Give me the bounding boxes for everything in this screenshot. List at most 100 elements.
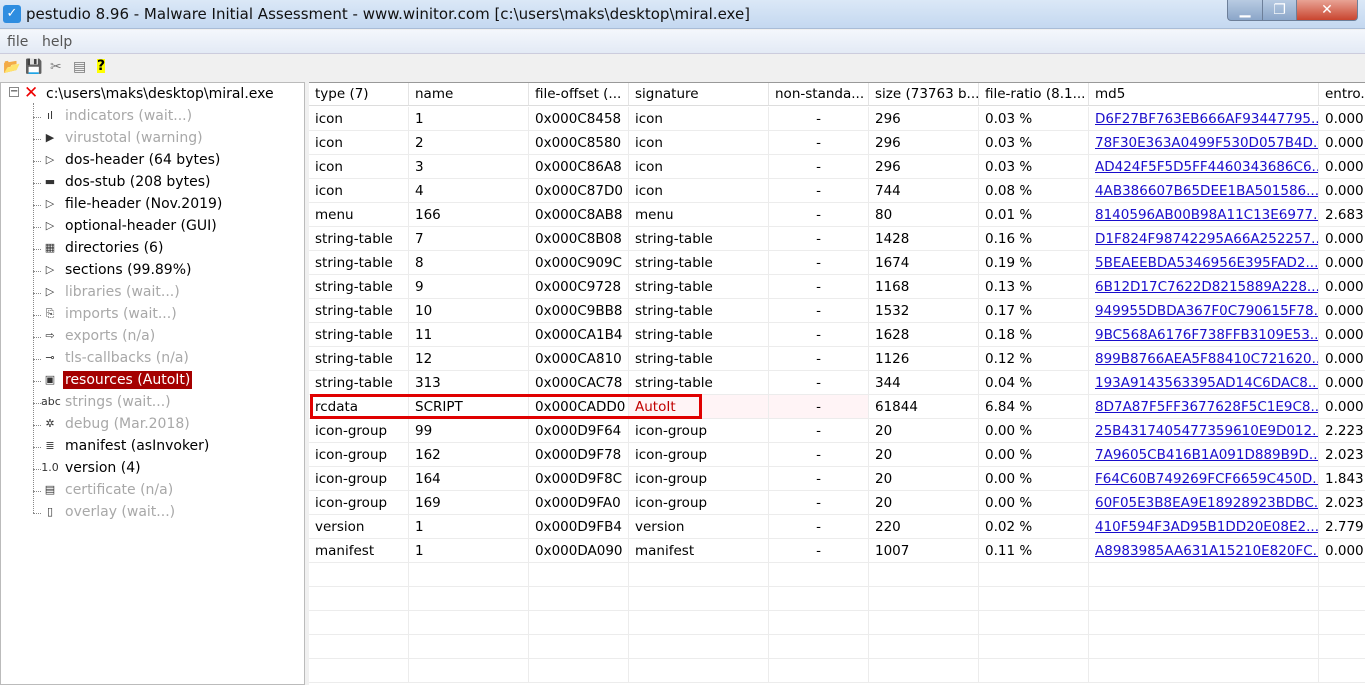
table-row[interactable]: string-table 7 0x000C8B08 string-table -1428… bbox=[309, 227, 1365, 251]
cell-md5[interactable]: 5BEAEEBDA5346956E395FAD2... bbox=[1089, 251, 1319, 274]
tree-view[interactable]: − ✕ c:\users\maks\desktop\miral.exe ıl in… bbox=[0, 82, 305, 685]
table-row[interactable]: string-table 9 0x000C9728 string-table -1168… bbox=[309, 275, 1365, 299]
cell-non-standard: - bbox=[769, 299, 869, 322]
cell-md5[interactable]: 8140596AB00B98A11C13E6977... bbox=[1089, 203, 1319, 226]
cell-signature: icon bbox=[629, 107, 769, 130]
cell-md5[interactable]: 6B12D17C7622D8215889A228... bbox=[1089, 275, 1319, 298]
menu-help[interactable]: help bbox=[42, 34, 72, 50]
cell-name: 2 bbox=[409, 131, 529, 154]
cell-signature: icon bbox=[629, 155, 769, 178]
tree-item[interactable]: ▷ libraries (wait...) bbox=[1, 282, 301, 304]
cell-md5[interactable]: 8D7A87F5FF3677628F5C1E9C8... bbox=[1089, 395, 1319, 418]
cell-md5[interactable]: 899B8766AEA5F88410C721620... bbox=[1089, 347, 1319, 370]
table-row[interactable]: version 1 0x000D9FB4 version -220 0.02 % 410F5… bbox=[309, 515, 1365, 539]
column-header-name[interactable]: name bbox=[409, 83, 529, 105]
tree-item[interactable]: ıl indicators (wait...) bbox=[1, 106, 301, 128]
save-icon[interactable]: 💾 bbox=[25, 59, 42, 75]
cell-md5[interactable]: 9BC568A6176F738FFB3109E53... bbox=[1089, 323, 1319, 346]
cell-file-offset: 0x000CA810 bbox=[529, 347, 629, 370]
column-header-file-offset[interactable]: file-offset (... bbox=[529, 83, 629, 105]
cell-md5[interactable]: AD424F5F5D5FF4460343686C6... bbox=[1089, 155, 1319, 178]
cell-md5[interactable]: 410F594F3AD95B1DD20E08E2... bbox=[1089, 515, 1319, 538]
cut-icon[interactable]: ✂ bbox=[50, 59, 62, 75]
table-row[interactable]: string-table 11 0x000CA1B4 string-table -162… bbox=[309, 323, 1365, 347]
table-row[interactable]: icon-group 169 0x000D9FA0 icon-group -20 0.00… bbox=[309, 491, 1365, 515]
cell-entropy bbox=[1319, 611, 1365, 634]
cell-entropy: 2.023 bbox=[1319, 443, 1365, 466]
copy-icon[interactable]: ▤ bbox=[73, 59, 86, 75]
cell-md5[interactable]: D1F824F98742295A66A252257... bbox=[1089, 227, 1319, 250]
cell-non-standard: - bbox=[769, 227, 869, 250]
open-icon[interactable]: 📂 bbox=[3, 59, 20, 75]
column-header-type[interactable]: type (7) bbox=[309, 83, 409, 105]
table-row[interactable]: icon-group 164 0x000D9F8C icon-group -20 0.00… bbox=[309, 467, 1365, 491]
tree-line bbox=[33, 469, 41, 470]
cell-md5[interactable] bbox=[1089, 659, 1319, 682]
table-row[interactable]: string-table 8 0x000C909C string-table -1674… bbox=[309, 251, 1365, 275]
maximize-button[interactable]: ❐ bbox=[1262, 0, 1297, 21]
tree-item[interactable]: ▷ file-header (Nov.2019) bbox=[1, 194, 301, 216]
cell-md5[interactable]: 949955DBDA367F0C790615F78... bbox=[1089, 299, 1319, 322]
table-row[interactable]: menu 166 0x000C8AB8 menu -80 0.01 % 8140596AB0… bbox=[309, 203, 1365, 227]
cell-type: string-table bbox=[309, 227, 409, 250]
cell-md5[interactable]: 7A9605CB416B1A091D889B9D... bbox=[1089, 443, 1319, 466]
table-row[interactable]: string-table 10 0x000C9BB8 string-table -153… bbox=[309, 299, 1365, 323]
tree-item[interactable]: ▷ sections (99.89%) bbox=[1, 260, 301, 282]
cell-file-offset: 0x000DA090 bbox=[529, 539, 629, 562]
column-header-size[interactable]: size (73763 b... bbox=[869, 83, 979, 105]
table-row[interactable]: icon-group 99 0x000D9F64 icon-group -20 0.00 … bbox=[309, 419, 1365, 443]
table-row[interactable]: icon 4 0x000C87D0 icon -744 0.08 % 4AB386607B6… bbox=[309, 179, 1365, 203]
table-row[interactable]: icon-group 162 0x000D9F78 icon-group -20 0.00… bbox=[309, 443, 1365, 467]
tree-item[interactable]: ▷ dos-header (64 bytes) bbox=[1, 150, 301, 172]
cell-file-ratio: 0.00 % bbox=[979, 419, 1089, 442]
cell-md5[interactable] bbox=[1089, 635, 1319, 658]
tree-item[interactable]: ✲ debug (Mar.2018) bbox=[1, 414, 301, 436]
table-row[interactable]: icon 2 0x000C8580 icon -296 0.03 % 78F30E363A0… bbox=[309, 131, 1365, 155]
tree-item[interactable]: ▷ optional-header (GUI) bbox=[1, 216, 301, 238]
column-header-file-ratio[interactable]: file-ratio (8.1... bbox=[979, 83, 1089, 105]
tree-item[interactable]: ≣ manifest (asInvoker) bbox=[1, 436, 301, 458]
column-header-md5[interactable]: md5 bbox=[1089, 83, 1319, 105]
cell-md5[interactable]: D6F27BF763EB666AF93447795... bbox=[1089, 107, 1319, 130]
help-icon[interactable]: ? bbox=[97, 59, 106, 73]
tree-item[interactable]: ▤ certificate (n/a) bbox=[1, 480, 301, 502]
table-row[interactable]: icon 1 0x000C8458 icon -296 0.03 % D6F27BF763E… bbox=[309, 107, 1365, 131]
cell-md5[interactable]: F64C60B749269FCF6659C450D... bbox=[1089, 467, 1319, 490]
cell-md5[interactable]: 193A9143563395AD14C6DAC8... bbox=[1089, 371, 1319, 394]
cell-type: version bbox=[309, 515, 409, 538]
tree-item[interactable]: ⊸ tls-callbacks (n/a) bbox=[1, 348, 301, 370]
table-row[interactable]: string-table 12 0x000CA810 string-table -112… bbox=[309, 347, 1365, 371]
cell-non-standard: - bbox=[769, 419, 869, 442]
column-header-entropy[interactable]: entro... bbox=[1319, 83, 1365, 105]
cell-md5[interactable]: 78F30E363A0499F530D057B4D... bbox=[1089, 131, 1319, 154]
tree-item[interactable]: 1.0 version (4) bbox=[1, 458, 301, 480]
cell-md5[interactable]: 25B4317405477359610E9D012... bbox=[1089, 419, 1319, 442]
tree-item[interactable]: ⎘ imports (wait...) bbox=[1, 304, 301, 326]
menu-file[interactable]: file bbox=[7, 34, 28, 50]
column-header-signature[interactable]: signature bbox=[629, 83, 769, 105]
tree-item[interactable]: ⇨ exports (n/a) bbox=[1, 326, 301, 348]
close-button[interactable]: ✕ bbox=[1296, 0, 1358, 21]
cell-signature bbox=[629, 611, 769, 634]
tree-item[interactable]: ▶ virustotal (warning) bbox=[1, 128, 301, 150]
tree-item[interactable]: ▦ directories (6) bbox=[1, 238, 301, 260]
cell-md5[interactable] bbox=[1089, 611, 1319, 634]
cell-md5[interactable] bbox=[1089, 587, 1319, 610]
cell-md5[interactable]: 60F05E3B8EA9E18928923BDBC... bbox=[1089, 491, 1319, 514]
minimize-button[interactable]: ▁ bbox=[1227, 0, 1263, 21]
table-row[interactable]: manifest 1 0x000DA090 manifest -1007 0.11 % A8… bbox=[309, 539, 1365, 563]
table-row[interactable]: icon 3 0x000C86A8 icon -296 0.03 % AD424F5F5D5… bbox=[309, 155, 1365, 179]
tree-item[interactable]: ▣ resources (AutoIt) bbox=[1, 370, 301, 392]
collapse-icon[interactable]: − bbox=[9, 87, 19, 97]
table-row[interactable]: string-table 313 0x000CAC78 string-table -34… bbox=[309, 371, 1365, 395]
tree-item[interactable]: abc strings (wait...) bbox=[1, 392, 301, 414]
tree-item-icon: ⇨ bbox=[45, 329, 55, 342]
cell-md5[interactable]: 4AB386607B65DEE1BA501586... bbox=[1089, 179, 1319, 202]
tree-root-label: c:\users\maks\desktop\miral.exe bbox=[46, 86, 274, 102]
tree-item[interactable]: ▬ dos-stub (208 bytes) bbox=[1, 172, 301, 194]
cell-md5[interactable]: A8983985AA631A15210E820FC... bbox=[1089, 539, 1319, 562]
tree-item[interactable]: ▯ overlay (wait...) bbox=[1, 502, 301, 524]
cell-md5[interactable] bbox=[1089, 563, 1319, 586]
cell-name bbox=[409, 635, 529, 658]
column-header-non-standard[interactable]: non-standa... bbox=[769, 83, 869, 105]
